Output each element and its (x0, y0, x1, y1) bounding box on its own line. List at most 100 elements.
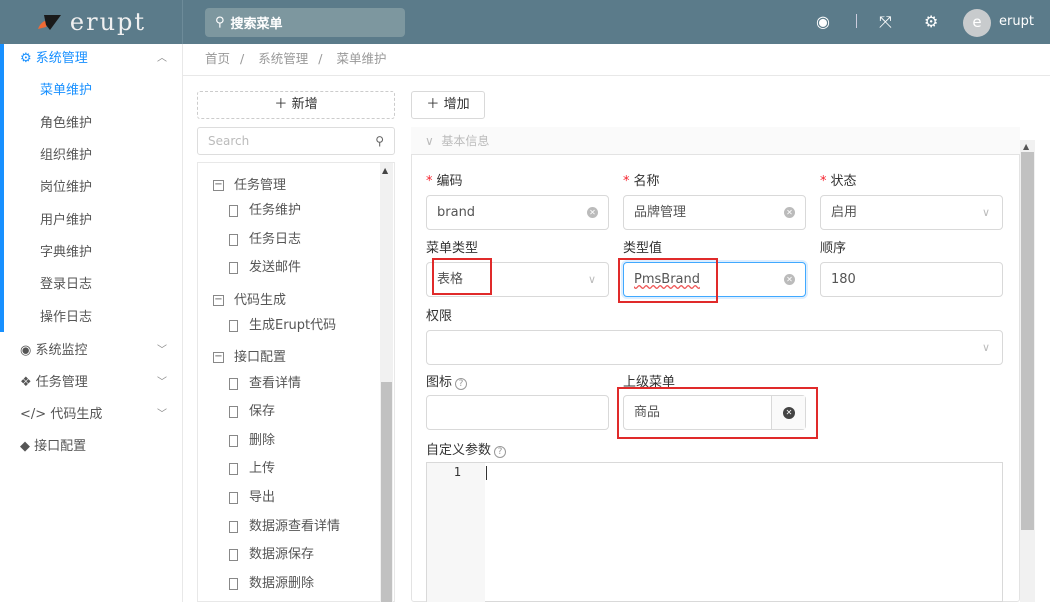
username[interactable]: erupt (999, 14, 1034, 29)
label: 新增 (291, 97, 318, 112)
sidebar-group-task[interactable]: ❖ 任务管理 ﹀ (0, 368, 183, 398)
add-new-button[interactable]: ＋ 新增 (197, 91, 395, 119)
collapse-icon[interactable]: − (213, 180, 224, 191)
tree-node-label: 任务维护 (249, 203, 302, 218)
clear-icon[interactable]: ✕ (784, 274, 795, 285)
sidebar-item-role[interactable]: 角色维护 (0, 109, 183, 139)
crumb-home[interactable]: 首页 (205, 51, 230, 66)
file-icon (229, 462, 238, 475)
highlight-box-menu-type (432, 258, 492, 295)
order-input[interactable]: 180 (820, 262, 1003, 297)
tree-node-label: 保存 (249, 404, 276, 419)
sidebar-item-op-log[interactable]: 操作日志 (0, 303, 183, 333)
status-label: * 状态 (820, 174, 857, 189)
highlight-box-type-value (618, 258, 718, 303)
sidebar-item-menu[interactable]: 菜单维护 (0, 76, 183, 106)
tree-node[interactable]: 任务维护 (229, 199, 301, 218)
help-icon[interactable]: ? (494, 446, 507, 458)
crumb-system[interactable]: 系统管理 (258, 51, 308, 66)
scroll-up-arrow-icon[interactable]: ▲ (382, 166, 388, 175)
clear-icon[interactable]: ✕ (587, 207, 598, 218)
search-placeholder: 搜索菜单 (230, 17, 283, 32)
help-icon[interactable]: ? (455, 378, 468, 390)
tree-scroll-thumb[interactable] (381, 382, 392, 602)
permission-select[interactable]: ∨ (426, 330, 1003, 365)
type-value-label: 类型值 (623, 241, 663, 256)
gear-icon[interactable]: ⚙ (924, 12, 938, 31)
add-button[interactable]: ＋ 增加 (411, 91, 485, 119)
section-basic-info[interactable]: ∨ 基本信息 (411, 127, 1020, 155)
name-input[interactable]: 品牌管理 ✕ (623, 195, 806, 230)
top-header: erupt ⚲ 搜索菜单 ◉ ⤧ ⚙ e erupt (0, 0, 1050, 44)
name-label: * 名称 (623, 174, 660, 189)
tree-node-label: 数据源删除 (249, 576, 315, 591)
erupt-logo-icon (37, 15, 61, 30)
file-icon (229, 520, 238, 533)
placeholder: Search (208, 134, 250, 148)
params-code-editor[interactable] (426, 462, 1003, 602)
sidebar-group-api[interactable]: ◆ 接口配置 (0, 432, 183, 462)
tree-search-input[interactable]: Search ⚲ (197, 127, 395, 155)
tree-node[interactable]: 保存 (229, 400, 275, 419)
sidebar-item-user[interactable]: 用户维护 (0, 206, 183, 236)
tree-node[interactable]: 任务日志 (229, 228, 301, 247)
tree-node-label: 删除 (249, 433, 276, 448)
file-icon (229, 204, 238, 217)
tree-node[interactable]: 数据源查看详情 (229, 515, 340, 534)
sidebar-item-org[interactable]: 组织维护 (0, 141, 183, 171)
label: 接口配置 (34, 439, 87, 454)
sidebar-item-post[interactable]: 岗位维护 (0, 173, 183, 203)
tree-node-label: 代码生成 (234, 293, 287, 308)
form-scroll-thumb[interactable] (1021, 152, 1034, 530)
tree-node[interactable]: − 接口配置 (213, 346, 286, 365)
sidebar-group-system[interactable]: ⚙ 系统管理 ︿ (0, 44, 183, 74)
sidebar-group-codegen[interactable]: </> 代码生成 ﹀ (0, 400, 183, 430)
order-label: 顺序 (820, 241, 847, 256)
file-icon (229, 319, 238, 332)
file-icon (229, 405, 238, 418)
params-label: 自定义参数? (426, 439, 507, 458)
permission-label: 权限 (426, 309, 453, 324)
scroll-up-arrow-icon[interactable]: ▲ (1023, 142, 1029, 151)
cube-icon: ◆ (20, 439, 35, 454)
file-icon (229, 233, 238, 246)
tree-node[interactable]: − 代码生成 (213, 289, 286, 308)
code-input[interactable]: brand ✕ (426, 195, 609, 230)
clear-icon[interactable]: ✕ (784, 207, 795, 218)
tree-node[interactable]: − 任务管理 (213, 174, 286, 193)
tree-node[interactable]: 生成Erupt代码 (229, 314, 336, 333)
label: 代码生成 (50, 407, 103, 422)
fullscreen-icon[interactable]: ⤧ (879, 12, 892, 32)
tree-node-label: 导出 (249, 490, 276, 505)
sidebar-group-monitor[interactable]: ◉ 系统监控 ﹀ (0, 336, 183, 366)
code-icon: </> (20, 407, 51, 422)
sidebar-item-dict[interactable]: 字典维护 (0, 238, 183, 268)
collapse-icon[interactable]: − (213, 295, 224, 306)
label: 系统管理 (35, 51, 88, 66)
file-icon (229, 548, 238, 561)
logo[interactable]: erupt (0, 0, 183, 44)
notification-circle-icon[interactable]: ◉ (816, 12, 830, 31)
tree-node-label: 任务日志 (249, 232, 302, 247)
avatar[interactable]: e (963, 9, 991, 37)
file-icon (229, 577, 238, 590)
chevron-down-icon: ﹀ (157, 409, 167, 420)
highlight-box-parent-menu (617, 387, 818, 439)
tree-node[interactable]: 数据源删除 (229, 572, 314, 591)
tree-node-label: 接口配置 (234, 350, 287, 365)
tree-node[interactable]: 删除 (229, 429, 275, 448)
tree-node[interactable]: 导出 (229, 486, 275, 505)
icon-input[interactable] (426, 395, 609, 430)
tree-node[interactable]: 查看详情 (229, 372, 301, 391)
search-icon: ⚲ (215, 15, 225, 30)
chevron-down-icon: ﹀ (157, 377, 167, 388)
status-select[interactable]: 启用 ∨ (820, 195, 1003, 230)
tree-node[interactable]: 上传 (229, 457, 275, 476)
chevron-down-icon: ∨ (981, 206, 990, 219)
collapse-icon[interactable]: − (213, 352, 224, 363)
tree-node[interactable]: 数据源保存 (229, 543, 314, 562)
sidebar-item-login-log[interactable]: 登录日志 (0, 270, 183, 300)
plus-icon: ＋ (426, 97, 444, 112)
menu-search-input[interactable]: ⚲ 搜索菜单 (205, 8, 405, 37)
tree-node[interactable]: 发送邮件 (229, 256, 301, 275)
